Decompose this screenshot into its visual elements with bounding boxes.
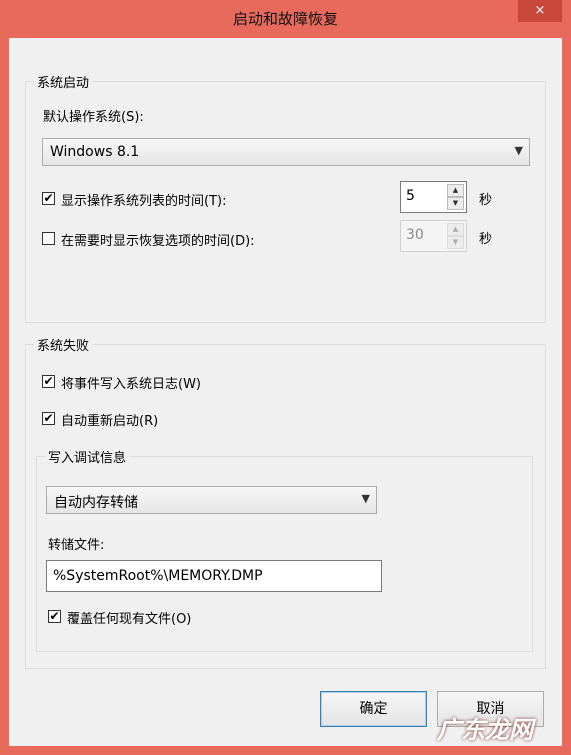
ok-button[interactable]: 确定 — [320, 691, 427, 727]
watermark-logo: 广东龙网 — [437, 706, 571, 755]
window-title: 启动和故障恢复 — [232, 10, 338, 28]
close-icon: × — [534, 3, 546, 18]
spin-down-icon[interactable]: ▼ — [447, 236, 464, 249]
write-event-log-label: 将事件写入系统日志(W) — [61, 377, 201, 392]
auto-restart-label: 自动重新启动(R) — [61, 414, 159, 429]
show-os-list-checkbox[interactable]: ✔ — [42, 192, 55, 205]
close-button[interactable]: × — [518, 0, 562, 22]
dump-type-select[interactable]: 自动内存转储 ▼ — [46, 486, 377, 514]
show-recovery-checkbox[interactable] — [42, 232, 55, 245]
show-recovery-label: 在需要时显示恢复选项的时间(D): — [61, 234, 255, 249]
auto-restart-checkbox[interactable]: ✔ — [42, 412, 55, 425]
dump-file-field[interactable] — [46, 560, 382, 592]
chevron-down-icon: ▼ — [514, 144, 523, 157]
spin-up-icon[interactable]: ▲ — [447, 184, 464, 197]
spin-down-icon[interactable]: ▼ — [447, 197, 464, 210]
system-failure-legend: 系统失败 — [34, 335, 93, 354]
show-os-list-label: 显示操作系统列表的时间(T): — [61, 194, 227, 209]
show-os-list-value: 5 — [406, 188, 415, 204]
default-os-value: Windows 8.1 — [50, 144, 140, 160]
dump-file-input[interactable] — [47, 561, 381, 591]
show-recovery-stepper[interactable]: 30 ▲ ▼ — [400, 220, 467, 252]
dialog-client-area: 系统启动 默认操作系统(S): Windows 8.1 ▼ ✔ 显示操作系统列表… — [9, 38, 562, 746]
overwrite-label: 覆盖任何现有文件(O) — [67, 612, 192, 627]
chevron-down-icon: ▼ — [361, 492, 370, 505]
overwrite-checkbox[interactable]: ✔ — [48, 610, 61, 623]
default-os-select[interactable]: Windows 8.1 ▼ — [42, 138, 530, 166]
system-startup-legend: 系统启动 — [34, 72, 93, 91]
watermark-text: 广东龙网 — [437, 716, 533, 744]
write-event-log-checkbox[interactable]: ✔ — [42, 375, 55, 388]
show-recovery-unit: 秒 — [479, 232, 493, 247]
spin-up-icon[interactable]: ▲ — [447, 223, 464, 236]
dump-type-value: 自动内存转储 — [54, 495, 138, 511]
show-os-list-stepper[interactable]: 5 ▲ ▼ — [400, 181, 467, 213]
dialog-window: 启动和故障恢复 × 系统启动 默认操作系统(S): Windows 8.1 ▼ … — [0, 0, 571, 755]
dump-file-label: 转储文件: — [48, 538, 105, 553]
debug-info-legend: 写入调试信息 — [45, 447, 130, 466]
show-recovery-value: 30 — [406, 227, 424, 243]
default-os-label: 默认操作系统(S): — [43, 110, 144, 125]
title-bar[interactable]: 启动和故障恢复 × — [0, 0, 571, 37]
show-os-list-unit: 秒 — [479, 193, 493, 208]
